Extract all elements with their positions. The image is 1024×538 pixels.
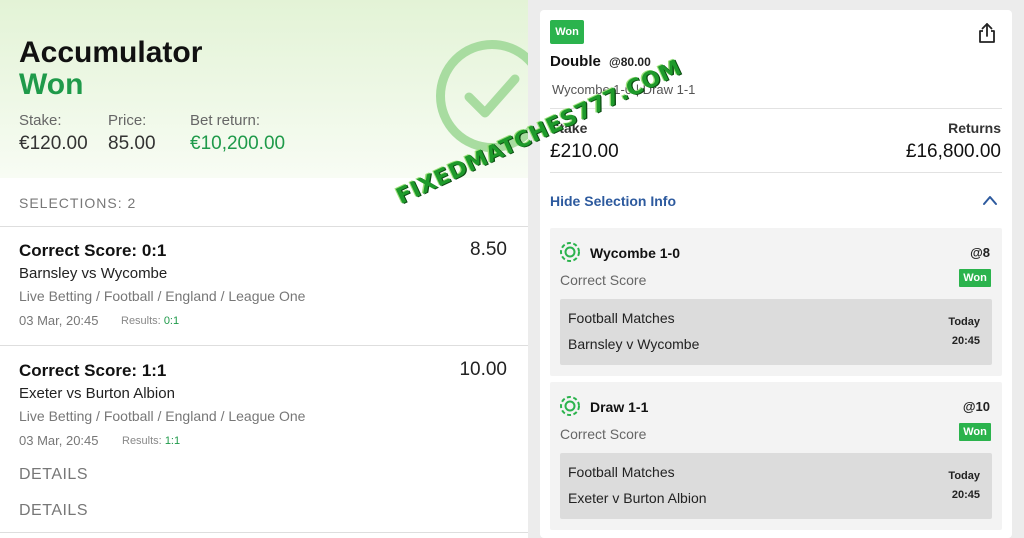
bet-slip-panel: Won Double @80.00 Wycombe 1-0 | Draw 1-1… [528, 0, 1024, 538]
selection-name: Wycombe 1-0 [590, 245, 680, 261]
leg-event: Barnsley vs Wycombe [19, 265, 168, 282]
leg-path: Live Betting / Football / England / Leag… [19, 288, 306, 304]
returns-value: £16,800.00 [905, 141, 1001, 162]
price-value: 85.00 [108, 133, 156, 154]
leg-market: Correct Score: 0:1 [19, 241, 167, 260]
return-value: €10,200.00 [190, 133, 286, 154]
selection-market: Correct Score [560, 426, 647, 442]
chevron-up-icon[interactable] [982, 194, 998, 206]
leg-price: 10.00 [459, 359, 507, 380]
hide-selection-info-toggle[interactable]: Hide Selection Info [550, 193, 676, 209]
selection-market: Correct Score [560, 272, 647, 288]
price-summary: Price: 85.00 [108, 112, 156, 155]
bet-title: Accumulator [19, 36, 203, 69]
event-time: 20:45 [951, 489, 980, 501]
bet-odds: @80.00 [609, 55, 651, 69]
return-label: Bet return: [190, 112, 261, 129]
bet-type-label: Double [550, 53, 601, 70]
won-badge: Won [959, 269, 991, 287]
leg-results: Results: 0:1 [121, 315, 179, 327]
leg-results-value: 0:1 [163, 315, 180, 327]
selection-card: Wycombe 1-0 @8 Correct Score Won Footbal… [550, 228, 1002, 376]
selection-card: Draw 1-1 @10 Correct Score Won Football … [550, 382, 1002, 530]
event-day: Today [948, 470, 980, 482]
leg-path: Live Betting / Football / England / Leag… [19, 408, 306, 424]
event-match: Barnsley v Wycombe [568, 336, 700, 352]
leg-results: Results: 1:1 [122, 435, 180, 447]
bet-type: Double @80.00 [550, 53, 651, 70]
selection-name: Draw 1-1 [590, 399, 649, 415]
price-label: Price: [108, 112, 147, 129]
details-link[interactable]: DETAILS [19, 466, 88, 484]
won-badge: Won [959, 423, 991, 441]
leg-event: Exeter vs Burton Albion [19, 385, 175, 402]
selections-count: SELECTIONS: 2 [19, 195, 137, 211]
stake-value: €120.00 [19, 133, 88, 154]
accumulator-panel: Accumulator Won Stake: €120.00 Price: 85… [0, 0, 528, 538]
leg-date: 03 Mar, 20:45 [19, 433, 99, 448]
divider [0, 226, 528, 227]
event-category: Football Matches [568, 464, 675, 480]
selection-odds: @10 [962, 399, 990, 414]
leg-date: 03 Mar, 20:45 [19, 313, 99, 328]
stake-value: £210.00 [550, 141, 619, 162]
event-day: Today [948, 316, 980, 328]
leg-results-value: 1:1 [164, 435, 181, 447]
returns-label: Returns [948, 120, 1001, 136]
accumulator-header: Accumulator Won Stake: €120.00 Price: 85… [0, 0, 528, 178]
bet-status: Won [19, 68, 84, 101]
return-summary: Bet return: €10,200.00 [190, 112, 285, 155]
divider [0, 532, 528, 533]
event-info: Football Matches Barnsley v Wycombe Toda… [560, 299, 992, 365]
leg-market: Correct Score: 1:1 [19, 361, 167, 380]
divider [550, 172, 1002, 173]
details-link[interactable]: DETAILS [19, 502, 88, 520]
leg-results-label: Results: [122, 435, 162, 447]
leg-results-label: Results: [121, 315, 161, 327]
share-icon[interactable] [976, 22, 998, 44]
event-time: 20:45 [951, 335, 980, 347]
won-badge: Won [550, 20, 584, 44]
leg-price: 8.50 [470, 239, 507, 260]
divider [0, 345, 528, 346]
stake-summary: Stake: €120.00 [19, 112, 88, 155]
event-info: Football Matches Exeter v Burton Albion … [560, 453, 992, 519]
event-category: Football Matches [568, 310, 675, 326]
selection-odds: @8 [970, 245, 990, 260]
football-icon [560, 396, 580, 416]
event-match: Exeter v Burton Albion [568, 490, 707, 506]
stake-label: Stake: [19, 112, 62, 129]
football-icon [560, 242, 580, 262]
